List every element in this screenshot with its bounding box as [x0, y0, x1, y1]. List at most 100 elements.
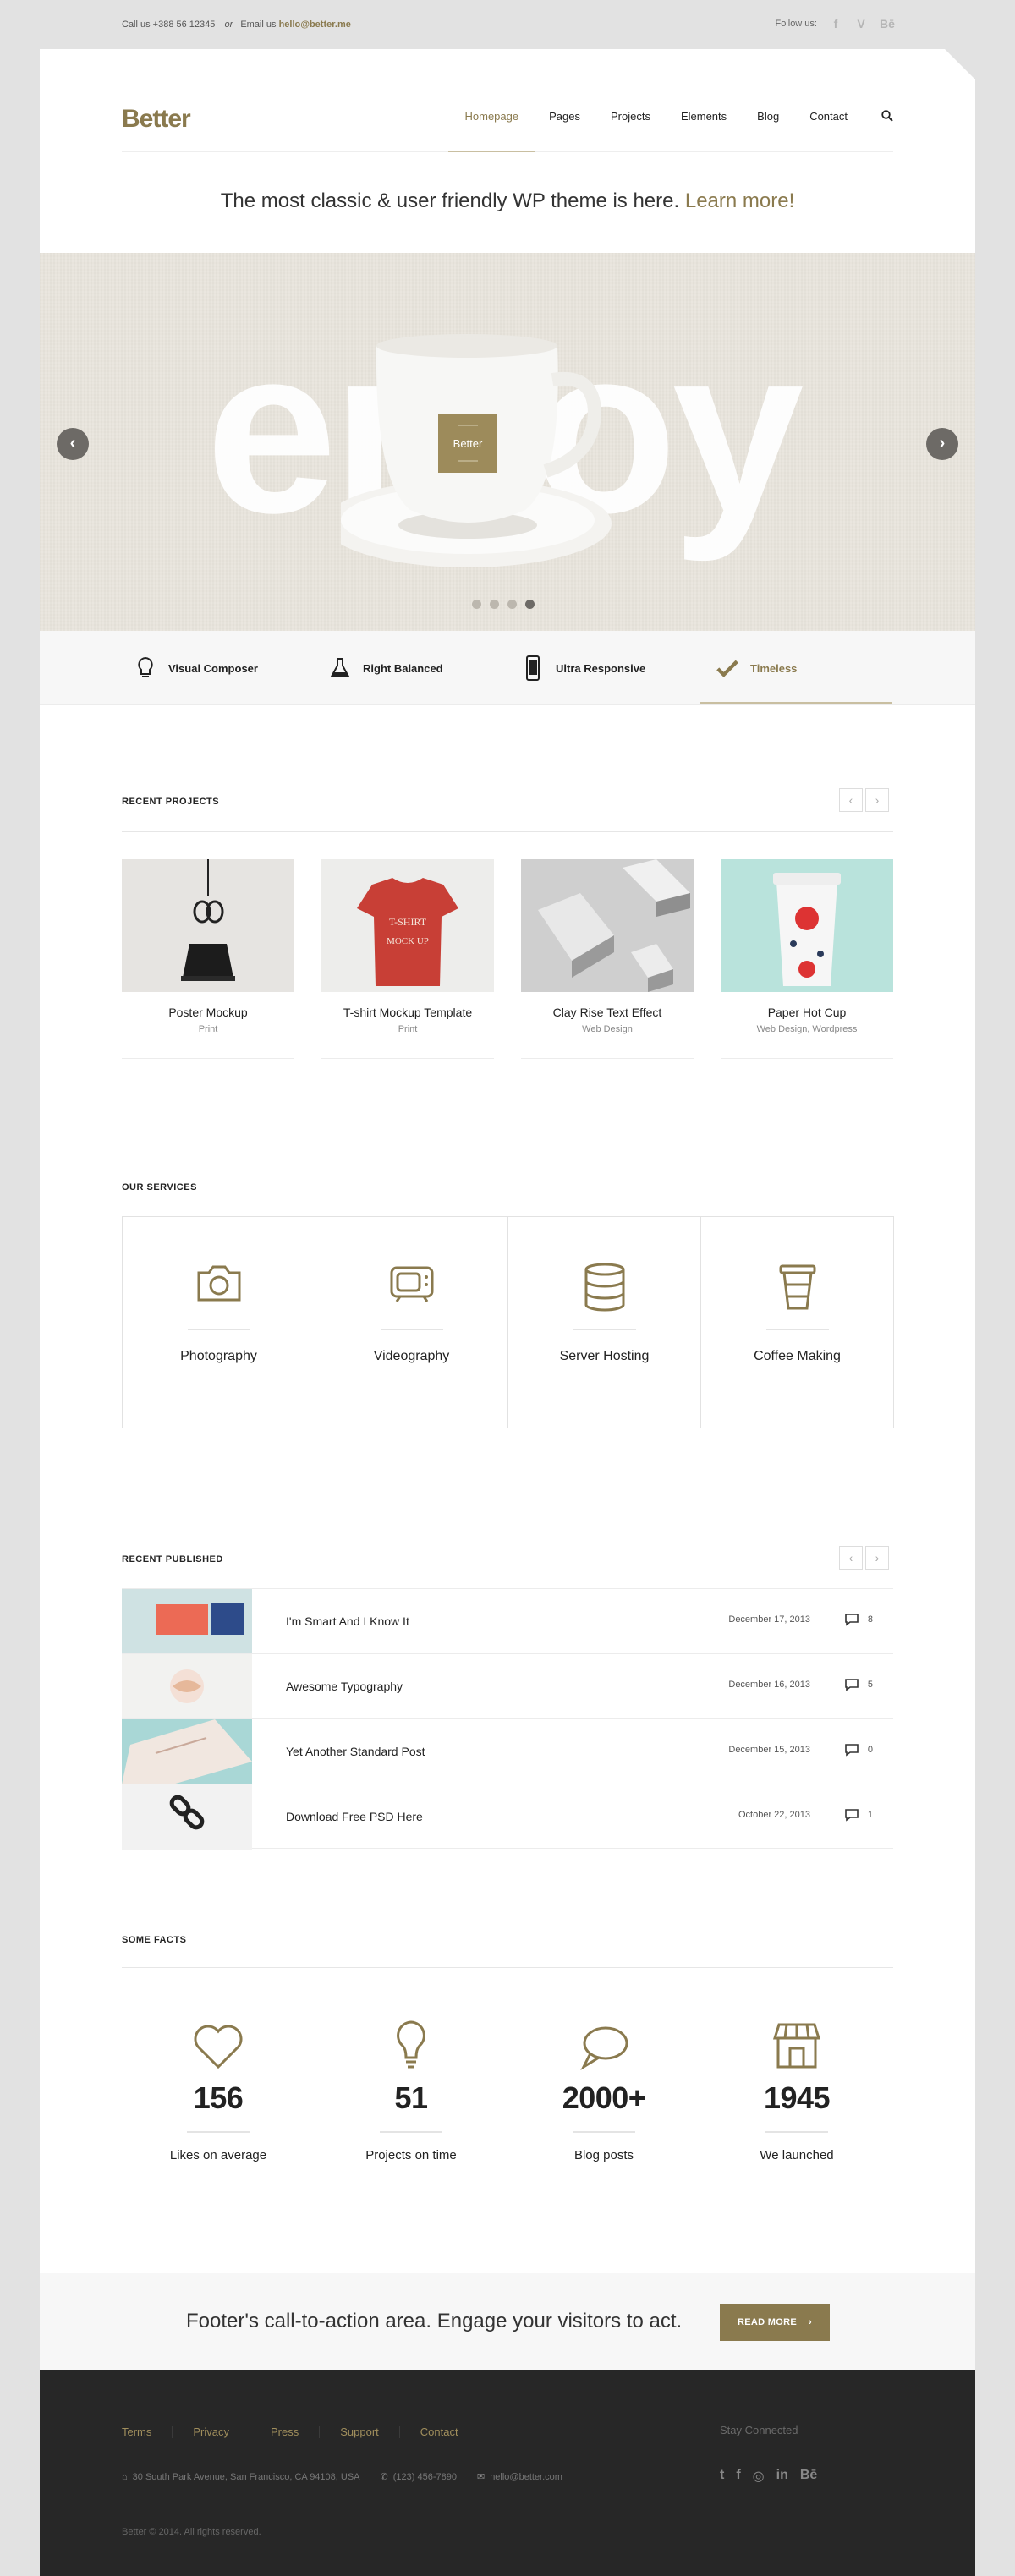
footer-email-link[interactable]: hello@better.com — [490, 2472, 562, 2482]
copyright: Better © 2014. All rights reserved. — [122, 2527, 261, 2537]
footer-link-contact[interactable]: Contact — [398, 2426, 479, 2438]
nav-projects[interactable]: Projects — [595, 110, 666, 124]
facebook-icon[interactable]: f — [736, 2468, 740, 2485]
heart-icon — [122, 2011, 315, 2070]
service-name: Photography — [180, 1349, 257, 1363]
post-title[interactable]: Yet Another Standard Post — [286, 1745, 425, 1758]
fact-divider — [187, 2131, 250, 2133]
nav-pages[interactable]: Pages — [534, 110, 595, 124]
project-card[interactable]: Clay Rise Text Effect Web Design — [521, 859, 694, 1059]
nav-blog[interactable]: Blog — [742, 110, 794, 124]
service-divider — [187, 1329, 250, 1330]
logo[interactable]: Better — [122, 105, 191, 134]
fact-label: Projects on time — [365, 2148, 457, 2162]
post-comments[interactable]: 1 — [844, 1808, 873, 1822]
posts-prev-button[interactable]: ‹ — [839, 1546, 863, 1570]
feature-right-balanced[interactable]: Right Balanced — [329, 631, 443, 705]
post-row[interactable]: I'm Smart And I Know It December 17, 201… — [122, 1588, 893, 1654]
post-comments[interactable]: 8 — [844, 1613, 873, 1626]
feature-visual-composer[interactable]: Visual Composer — [134, 631, 258, 705]
dribbble-icon[interactable]: ◎ — [753, 2468, 765, 2485]
linkedin-icon[interactable]: in — [776, 2468, 788, 2485]
slider-dot-2[interactable] — [490, 600, 499, 609]
project-card[interactable]: Poster Mockup Print — [122, 859, 294, 1059]
slider-next-button[interactable]: › — [926, 428, 958, 460]
svg-text:MOCK UP: MOCK UP — [387, 936, 429, 946]
service-card[interactable]: Server Hosting — [508, 1216, 701, 1428]
tagline: The most classic & user friendly WP them… — [40, 189, 975, 213]
post-row[interactable]: Awesome Typography December 16, 2013 5 — [122, 1653, 893, 1719]
feature-timeless[interactable]: Timeless — [716, 631, 797, 705]
footer-nav: Terms Privacy Press Support Contact — [122, 2426, 479, 2438]
project-name: T-shirt Mockup Template — [343, 1006, 473, 1019]
service-name: Server Hosting — [559, 1349, 650, 1363]
footer-email: ✉ hello@better.com — [477, 2471, 562, 2482]
read-more-button[interactable]: READ MORE › — [720, 2304, 830, 2341]
project-category: Web Design, Wordpress — [756, 1024, 858, 1034]
feature-label: Right Balanced — [363, 661, 443, 675]
learn-more-link[interactable]: Learn more! — [685, 189, 794, 212]
post-date: October 22, 2013 — [738, 1810, 810, 1820]
post-title[interactable]: Awesome Typography — [286, 1680, 403, 1693]
feature-label: Ultra Responsive — [556, 661, 646, 675]
facebook-icon[interactable]: f — [829, 17, 842, 30]
phone-icon — [522, 655, 544, 681]
section-divider — [122, 831, 893, 832]
phone-text: Call us +388 56 12345 — [122, 19, 216, 30]
footer-link-press[interactable]: Press — [250, 2426, 319, 2438]
behance-icon[interactable]: Bē — [880, 17, 895, 30]
email-label: Email us — [240, 19, 277, 30]
service-card[interactable]: Photography — [122, 1216, 315, 1428]
nav-homepage[interactable]: Homepage — [447, 110, 535, 152]
post-row[interactable]: Download Free PSD Here October 22, 2013 … — [122, 1784, 893, 1850]
feature-ultra-responsive[interactable]: Ultra Responsive — [522, 631, 645, 705]
section-divider — [122, 1967, 893, 1968]
post-title[interactable]: Download Free PSD Here — [286, 1810, 423, 1823]
comment-icon — [845, 1614, 859, 1626]
nav-contact[interactable]: Contact — [794, 110, 863, 124]
services-grid: Photography Videography Server Hosting C… — [122, 1216, 894, 1428]
hero-slider: enjoy Better ‹ › — [40, 253, 975, 631]
slider-prev-button[interactable]: ‹ — [57, 428, 89, 460]
slider-dot-1[interactable] — [472, 600, 481, 609]
fact-number: 1945 — [763, 2080, 831, 2115]
post-title[interactable]: I'm Smart And I Know It — [286, 1614, 409, 1628]
project-card[interactable]: Paper Hot Cup Web Design, Wordpress — [721, 859, 893, 1059]
vimeo-icon[interactable]: V — [854, 17, 868, 30]
search-icon[interactable] — [863, 110, 893, 124]
slider-dot-4[interactable] — [525, 600, 535, 609]
service-card[interactable]: Videography — [315, 1216, 508, 1428]
post-date: December 17, 2013 — [728, 1614, 810, 1625]
twitter-icon[interactable]: t — [720, 2468, 724, 2485]
email-link[interactable]: hello@better.me — [279, 19, 351, 30]
posts-next-button[interactable]: › — [865, 1546, 889, 1570]
project-image-tshirt: T-SHIRT MOCK UP — [321, 859, 494, 992]
nav-elements[interactable]: Elements — [666, 110, 742, 124]
fact-label: Blog posts — [573, 2148, 634, 2162]
post-row[interactable]: Yet Another Standard Post December 15, 2… — [122, 1718, 893, 1784]
phone-icon: ✆ — [380, 2472, 388, 2482]
svg-text:T-SHIRT: T-SHIRT — [389, 916, 427, 928]
service-card[interactable]: Coffee Making — [700, 1216, 894, 1428]
service-name: Coffee Making — [754, 1349, 841, 1363]
slider-dot-3[interactable] — [508, 600, 517, 609]
post-comments[interactable]: 0 — [844, 1743, 873, 1757]
footer-link-terms[interactable]: Terms — [122, 2426, 172, 2438]
or-text: or — [224, 19, 233, 30]
project-name: Clay Rise Text Effect — [552, 1006, 662, 1019]
projects-next-button[interactable]: › — [865, 788, 889, 812]
posts-list: I'm Smart And I Know It December 17, 201… — [122, 1588, 893, 1850]
footer-link-support[interactable]: Support — [319, 2426, 399, 2438]
tagline-text: The most classic & user friendly WP them… — [220, 189, 680, 212]
projects-prev-button[interactable]: ‹ — [839, 788, 863, 812]
fact-divider — [573, 2131, 635, 2133]
project-card[interactable]: T-SHIRT MOCK UP T-shirt Mockup Template P… — [321, 859, 494, 1059]
cta-text: Footer's call-to-action area. Engage you… — [186, 2310, 683, 2332]
post-date: December 15, 2013 — [728, 1745, 810, 1755]
footer-link-privacy[interactable]: Privacy — [172, 2426, 250, 2438]
check-icon — [716, 655, 738, 681]
post-comments[interactable]: 5 — [844, 1678, 873, 1691]
project-category: Print — [198, 1024, 218, 1034]
behance-icon[interactable]: Bē — [800, 2468, 817, 2485]
fact-item: 2000+ Blog posts — [508, 2011, 700, 2162]
